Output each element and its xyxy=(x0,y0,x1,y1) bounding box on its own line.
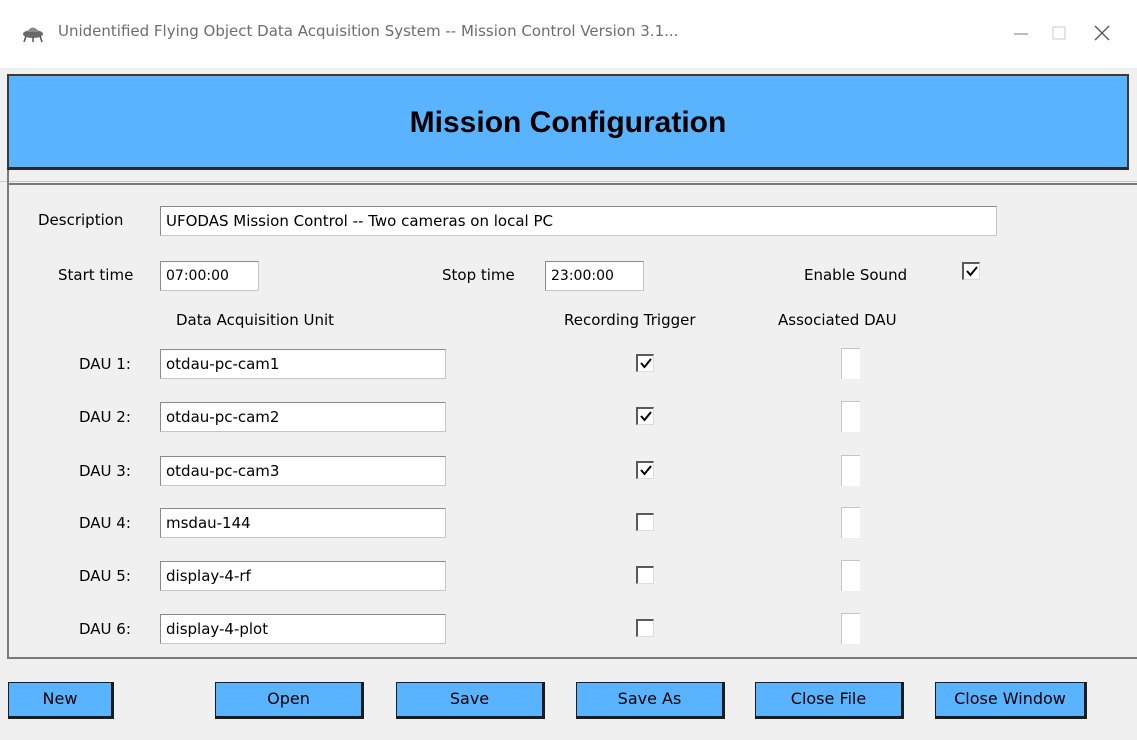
dau-field[interactable]: display-4-rf xyxy=(160,561,446,591)
recording-trigger-checkbox[interactable] xyxy=(636,619,654,637)
recording-trigger-checkbox[interactable] xyxy=(636,513,654,531)
start-time-label: Start time xyxy=(58,266,134,284)
header-banner: Mission Configuration xyxy=(7,74,1129,170)
window-title: Unidentified Flying Object Data Acquisit… xyxy=(58,22,679,40)
associated-dau-checkbox[interactable] xyxy=(841,348,860,379)
ufo-app-icon xyxy=(22,23,44,43)
associated-dau-checkbox[interactable] xyxy=(841,455,860,486)
divider xyxy=(0,181,1137,182)
dau-field[interactable]: msdau-144 xyxy=(160,508,446,538)
dau-label: DAU 6: xyxy=(79,620,131,638)
open-button[interactable]: Open xyxy=(215,682,364,719)
dau-field[interactable]: otdau-pc-cam2 xyxy=(160,402,446,432)
title-bar: Unidentified Flying Object Data Acquisit… xyxy=(0,0,1137,68)
enable-sound-checkbox[interactable] xyxy=(962,262,980,280)
start-time-field[interactable]: 07:00:00 xyxy=(160,261,259,291)
page-title: Mission Configuration xyxy=(409,106,727,139)
save-as-button[interactable]: Save As xyxy=(576,682,725,719)
dau-field[interactable]: otdau-pc-cam3 xyxy=(160,456,446,486)
associated-dau-checkbox[interactable] xyxy=(841,507,860,538)
column-header-trigger: Recording Trigger xyxy=(564,311,696,329)
dau-field[interactable]: display-4-plot xyxy=(160,614,446,644)
enable-sound-label: Enable Sound xyxy=(804,266,908,284)
save-button[interactable]: Save xyxy=(396,682,545,719)
associated-dau-checkbox[interactable] xyxy=(841,613,860,644)
recording-trigger-checkbox[interactable] xyxy=(636,354,654,372)
column-header-associated: Associated DAU xyxy=(778,311,897,329)
associated-dau-checkbox[interactable] xyxy=(841,560,860,591)
maximize-icon[interactable] xyxy=(1036,14,1082,54)
divider xyxy=(7,183,1137,185)
frame-left-border xyxy=(7,170,9,658)
description-field[interactable]: UFODAS Mission Control -- Two cameras on… xyxy=(160,206,997,236)
associated-dau-checkbox[interactable] xyxy=(841,401,860,432)
column-header-dau: Data Acquisition Unit xyxy=(176,311,335,329)
dau-label: DAU 4: xyxy=(79,514,131,532)
dau-label: DAU 5: xyxy=(79,567,131,585)
recording-trigger-checkbox[interactable] xyxy=(636,407,654,425)
close-window-button[interactable]: Close Window xyxy=(935,682,1087,719)
dau-field[interactable]: otdau-pc-cam1 xyxy=(160,349,446,379)
dau-label: DAU 1: xyxy=(79,355,131,373)
dau-label: DAU 3: xyxy=(79,462,131,480)
description-label: Description xyxy=(38,211,124,229)
stop-time-field[interactable]: 23:00:00 xyxy=(545,261,644,291)
divider xyxy=(7,657,1137,659)
dau-label: DAU 2: xyxy=(79,408,131,426)
stop-time-label: Stop time xyxy=(442,266,515,284)
close-icon[interactable] xyxy=(1080,14,1126,54)
new-button[interactable]: New xyxy=(8,682,114,719)
recording-trigger-checkbox[interactable] xyxy=(636,461,654,479)
close-file-button[interactable]: Close File xyxy=(755,682,904,719)
recording-trigger-checkbox[interactable] xyxy=(636,566,654,584)
